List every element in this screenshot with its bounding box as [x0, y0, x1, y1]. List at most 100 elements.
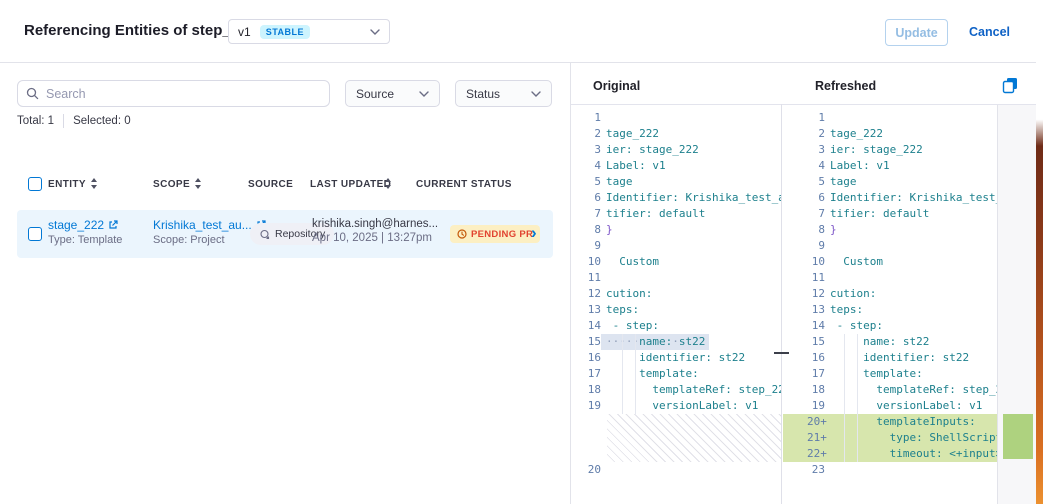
line-number: 1 — [585, 110, 601, 126]
code-line: 13teps: — [783, 302, 997, 318]
code-line-text: Label: v1 — [601, 158, 666, 174]
column-header-scope[interactable]: SCOPE — [153, 179, 190, 190]
code-line: 2tage_222 — [571, 126, 781, 142]
code-line: 4Label: v1 — [571, 158, 781, 174]
repository-icon — [259, 229, 270, 240]
search-input[interactable] — [46, 87, 321, 101]
update-button[interactable]: Update — [885, 19, 948, 46]
copy-icon[interactable] — [1002, 77, 1019, 99]
code-line: 12cution: — [571, 286, 781, 302]
row-expand-chevron-icon[interactable]: › — [531, 223, 537, 243]
code-line-text: templateInputs: — [825, 414, 976, 430]
code-line-text: - step: — [601, 318, 659, 334]
line-number: 18 — [807, 382, 825, 398]
row-checkbox[interactable] — [28, 227, 42, 241]
status-filter-dropdown[interactable]: Status — [455, 80, 552, 107]
line-number: 21+ — [807, 430, 825, 446]
code-line: 10 Custom — [783, 254, 997, 270]
code-line-text: ier: stage_222 — [825, 142, 923, 158]
updated-by: krishika.singh@harnes... — [312, 218, 438, 230]
code-line-text — [825, 270, 830, 286]
line-number: 17 — [807, 366, 825, 382]
code-line: 3ier: stage_222 — [571, 142, 781, 158]
code-line-text: ·····name:·st22 — [601, 334, 709, 350]
line-number: 13 — [585, 302, 601, 318]
scope-cell: Krishika_test_au... Scope: Project — [153, 218, 266, 246]
code-line-text — [601, 462, 606, 478]
scope-link[interactable]: Krishika_test_au... — [153, 218, 266, 232]
code-line-text: versionLabel: v1 — [601, 398, 758, 414]
code-line-text: Label: v1 — [825, 158, 890, 174]
original-code-editor[interactable]: 12tage_2223ier: stage_2224Label: v15tage… — [571, 110, 781, 478]
entity-name: stage_222 — [48, 218, 104, 232]
line-number: 16 — [807, 350, 825, 366]
code-line: 8} — [571, 222, 781, 238]
code-line: 1 — [783, 110, 997, 126]
code-line-text — [825, 238, 830, 254]
entity-cell: stage_222 Type: Template — [48, 218, 122, 246]
referencing-entities-modal: Referencing Entities of step_222 v1 STAB… — [0, 0, 1043, 504]
sort-icon[interactable] — [384, 178, 392, 189]
code-line-text: tage_222 — [825, 126, 883, 142]
code-line-text: Custom — [601, 254, 659, 270]
status-badge-label: PENDING PR — [471, 229, 533, 240]
scroll-position-marker — [774, 352, 789, 354]
line-number: 12 — [585, 286, 601, 302]
code-line: 17 template: — [571, 366, 781, 382]
refreshed-panel-title: Refreshed — [815, 79, 876, 93]
scope-name: Krishika_test_au... — [153, 218, 252, 232]
code-line: 19 versionLabel: v1 — [783, 398, 997, 414]
line-number: 10 — [807, 254, 825, 270]
code-line: 9 — [571, 238, 781, 254]
line-number: 19 — [807, 398, 825, 414]
code-line: 21+ type: ShellScript — [783, 430, 997, 446]
version-select[interactable]: v1 STABLE — [228, 19, 390, 44]
code-line: 20 — [571, 462, 781, 478]
chevron-down-icon — [419, 91, 429, 97]
table-row[interactable]: stage_222 Type: Template Krishika_test_a… — [17, 210, 553, 258]
chevron-down-icon — [531, 91, 541, 97]
sort-icon[interactable] — [194, 178, 202, 189]
column-header-source: SOURCE — [248, 179, 293, 190]
refreshed-code-editor[interactable]: 12tage_2223ier: stage_2224Label: v15tage… — [783, 110, 997, 478]
line-number: 13 — [807, 302, 825, 318]
selection-summary: Total: 1 Selected: 0 — [17, 114, 131, 128]
source-filter-dropdown[interactable]: Source — [345, 80, 440, 107]
code-line-text: teps: — [825, 302, 863, 318]
code-line: 12cution: — [783, 286, 997, 302]
code-line-text: template: — [601, 366, 699, 382]
code-line: 13teps: — [571, 302, 781, 318]
code-line-text: tage — [825, 174, 857, 190]
code-line: 2tage_222 — [783, 126, 997, 142]
line-number: 8 — [807, 222, 825, 238]
line-number: 18 — [585, 382, 601, 398]
diff-panels-divider — [781, 104, 782, 504]
column-header-last-updated[interactable]: LAST UPDATED — [310, 179, 391, 190]
total-count: Total: 1 — [17, 115, 54, 127]
code-line-text: } — [825, 222, 837, 238]
source-filter-label: Source — [356, 87, 394, 101]
line-number: 12 — [807, 286, 825, 302]
line-number: 9 — [807, 238, 825, 254]
entity-link[interactable]: stage_222 — [48, 218, 122, 232]
line-number: 4 — [807, 158, 825, 174]
select-all-checkbox[interactable] — [28, 177, 42, 191]
code-line: 14 - step: — [571, 318, 781, 334]
code-line: 7tifier: default — [571, 206, 781, 222]
background-artwork-edge — [1036, 62, 1043, 504]
code-line-text — [825, 110, 830, 126]
indent-guide — [622, 334, 623, 414]
code-line: 14 - step: — [783, 318, 997, 334]
code-line-text: templateRef: step_222 — [825, 382, 997, 398]
line-number: 1 — [807, 110, 825, 126]
line-number: 17 — [585, 366, 601, 382]
cancel-button[interactable]: Cancel — [969, 25, 1010, 39]
line-number: 6 — [585, 190, 601, 206]
scope-sub: Scope: Project — [153, 234, 266, 246]
line-number: 11 — [585, 270, 601, 286]
sort-icon[interactable] — [90, 178, 98, 189]
search-input-wrapper[interactable] — [17, 80, 330, 107]
code-line-text — [825, 462, 830, 478]
line-number: 14 — [585, 318, 601, 334]
column-header-entity[interactable]: ENTITY — [48, 179, 86, 190]
